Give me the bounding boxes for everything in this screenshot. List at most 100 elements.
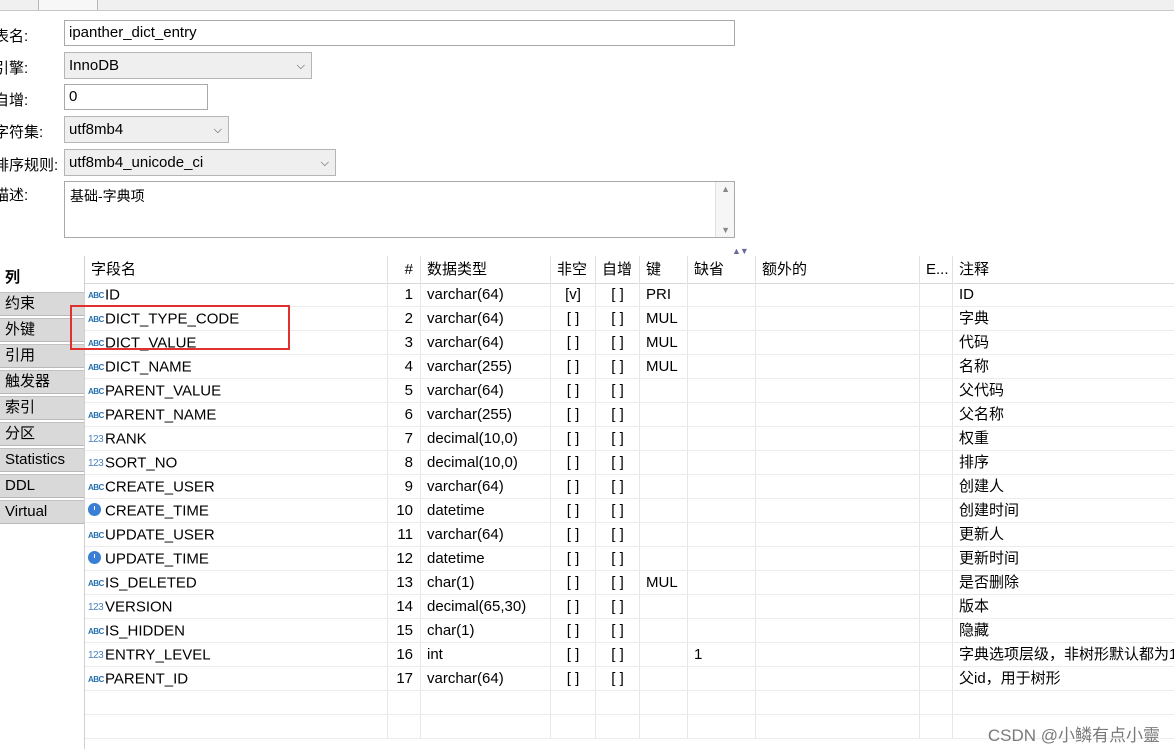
table-row[interactable]: 123 SORT_NO 8 decimal(10,0)[ ][ ] 排序 <box>85 451 1174 475</box>
cell-auto-increment[interactable]: [ ] <box>596 499 640 522</box>
cell-e[interactable] <box>920 547 953 570</box>
table-row[interactable]: ABCID 1 varchar(64) [v][ ] PRI ID <box>85 283 1174 307</box>
table-row[interactable]: ABCPARENT_ID 17 varchar(64)[ ][ ] 父id，用于树形 <box>85 667 1174 691</box>
cell-not-null[interactable]: [ ] <box>551 547 596 570</box>
cell-not-null[interactable]: [ ] <box>551 403 596 426</box>
cell-data-type[interactable]: varchar(64) <box>421 331 551 354</box>
cell-extra[interactable] <box>756 571 920 594</box>
cell-e[interactable] <box>920 571 953 594</box>
cell-field-name[interactable] <box>85 691 388 714</box>
cell-extra[interactable] <box>756 619 920 642</box>
cell-comment[interactable]: 更新人 <box>953 523 1174 546</box>
cell-data-type[interactable]: int <box>421 643 551 666</box>
cell-ordinal[interactable]: 12 <box>388 547 421 570</box>
header-field-name[interactable]: 字段名 <box>85 256 388 283</box>
cell-not-null[interactable]: [ ] <box>551 307 596 330</box>
cell-e[interactable] <box>920 475 953 498</box>
cell-default[interactable] <box>688 451 756 474</box>
cell-auto-increment[interactable]: [ ] <box>596 307 640 330</box>
cell-key[interactable]: MUL <box>640 571 688 594</box>
cell-comment[interactable]: 父代码 <box>953 379 1174 402</box>
cell-default[interactable] <box>688 427 756 450</box>
cell-comment[interactable]: 权重 <box>953 427 1174 450</box>
cell-key[interactable] <box>640 475 688 498</box>
cell-not-null[interactable]: [ ] <box>551 595 596 618</box>
cell-default[interactable] <box>688 475 756 498</box>
cell-comment[interactable]: 父id，用于树形 <box>953 667 1174 690</box>
cell-key[interactable] <box>640 379 688 402</box>
cell-default[interactable] <box>688 379 756 402</box>
cell-field-name[interactable]: 123 RANK <box>85 427 388 450</box>
cell-not-null[interactable]: [ ] <box>551 499 596 522</box>
cell-data-type[interactable]: decimal(10,0) <box>421 427 551 450</box>
cell-ordinal[interactable]: 17 <box>388 667 421 690</box>
cell-e[interactable] <box>920 403 953 426</box>
cell-key[interactable] <box>640 595 688 618</box>
table-row[interactable]: ABCPARENT_NAME 6 varchar(255)[ ][ ] 父名称 <box>85 403 1174 427</box>
cell-comment[interactable] <box>953 691 1174 714</box>
cell-default[interactable] <box>688 691 756 714</box>
cell-comment[interactable]: 隐藏 <box>953 619 1174 642</box>
header-default[interactable]: 缺省 <box>688 256 756 283</box>
table-row[interactable]: ABCDICT_NAME 4 varchar(255)[ ][ ] MUL 名称 <box>85 355 1174 379</box>
cell-comment[interactable]: 更新时间 <box>953 547 1174 570</box>
splitter-handle-icon[interactable]: ▲▼ <box>732 246 749 256</box>
cell-e[interactable] <box>920 643 953 666</box>
cell-extra[interactable] <box>756 475 920 498</box>
cell-comment[interactable]: 代码 <box>953 331 1174 354</box>
cell-data-type[interactable]: varchar(64) <box>421 667 551 690</box>
cell-default[interactable] <box>688 595 756 618</box>
cell-default[interactable] <box>688 619 756 642</box>
cell-e[interactable] <box>920 667 953 690</box>
cell-comment[interactable]: 创建人 <box>953 475 1174 498</box>
description-textarea[interactable]: 基础-字典项 ▲ ▼ <box>64 181 735 238</box>
top-tab[interactable] <box>38 0 98 10</box>
header-key[interactable]: 键 <box>640 256 688 283</box>
cell-field-name[interactable]: ABCPARENT_ID <box>85 667 388 690</box>
cell-data-type[interactable]: decimal(10,0) <box>421 451 551 474</box>
table-row[interactable]: 123 VERSION 14 decimal(65,30)[ ][ ] 版本 <box>85 595 1174 619</box>
cell-data-type[interactable]: decimal(65,30) <box>421 595 551 618</box>
cell-auto-increment[interactable]: [ ] <box>596 379 640 402</box>
cell-comment[interactable]: 字典选项层级，非树形默认都为1 <box>953 643 1174 666</box>
cell-e[interactable] <box>920 523 953 546</box>
cell-comment[interactable]: 字典 <box>953 307 1174 330</box>
cell-data-type[interactable]: varchar(64) <box>421 283 551 306</box>
cell-ordinal[interactable] <box>388 715 421 738</box>
cell-extra[interactable] <box>756 427 920 450</box>
cell-not-null[interactable]: [ ] <box>551 451 596 474</box>
table-row[interactable] <box>85 691 1174 715</box>
tab-9[interactable]: Virtual <box>0 500 84 524</box>
table-name-input[interactable]: ipanther_dict_entry <box>64 20 735 46</box>
auto-inc-input[interactable]: 0 <box>64 84 208 110</box>
cell-ordinal[interactable]: 2 <box>388 307 421 330</box>
header-auto-increment[interactable]: 自增 <box>596 256 640 283</box>
cell-extra[interactable] <box>756 715 920 738</box>
table-row[interactable]: 123 ENTRY_LEVEL 16 int[ ][ ] 1 字典选项层级，非树形默认都为… <box>85 643 1174 667</box>
cell-ordinal[interactable]: 6 <box>388 403 421 426</box>
cell-field-name[interactable]: ABCID <box>85 283 388 306</box>
cell-not-null[interactable]: [v] <box>551 283 596 306</box>
cell-data-type[interactable]: datetime <box>421 499 551 522</box>
cell-default[interactable] <box>688 667 756 690</box>
cell-data-type[interactable]: varchar(64) <box>421 307 551 330</box>
cell-key[interactable] <box>640 667 688 690</box>
cell-default[interactable] <box>688 499 756 522</box>
tab-0[interactable]: 列 <box>0 266 84 290</box>
cell-ordinal[interactable]: 5 <box>388 379 421 402</box>
tab-6[interactable]: 分区 <box>0 422 84 446</box>
cell-field-name[interactable]: ABCUPDATE_USER <box>85 523 388 546</box>
cell-e[interactable] <box>920 379 953 402</box>
cell-auto-increment[interactable]: [ ] <box>596 523 640 546</box>
engine-select[interactable]: InnoDB ⌵ <box>64 52 312 79</box>
cell-e[interactable] <box>920 499 953 522</box>
header-comment[interactable]: 注释 <box>953 256 1174 283</box>
cell-extra[interactable] <box>756 595 920 618</box>
cell-key[interactable] <box>640 715 688 738</box>
cell-field-name[interactable]: ABCPARENT_NAME <box>85 403 388 426</box>
cell-e[interactable] <box>920 715 953 738</box>
cell-not-null[interactable]: [ ] <box>551 667 596 690</box>
table-row[interactable]: ABCCREATE_USER 9 varchar(64)[ ][ ] 创建人 <box>85 475 1174 499</box>
cell-auto-increment[interactable]: [ ] <box>596 403 640 426</box>
cell-data-type[interactable]: varchar(255) <box>421 355 551 378</box>
